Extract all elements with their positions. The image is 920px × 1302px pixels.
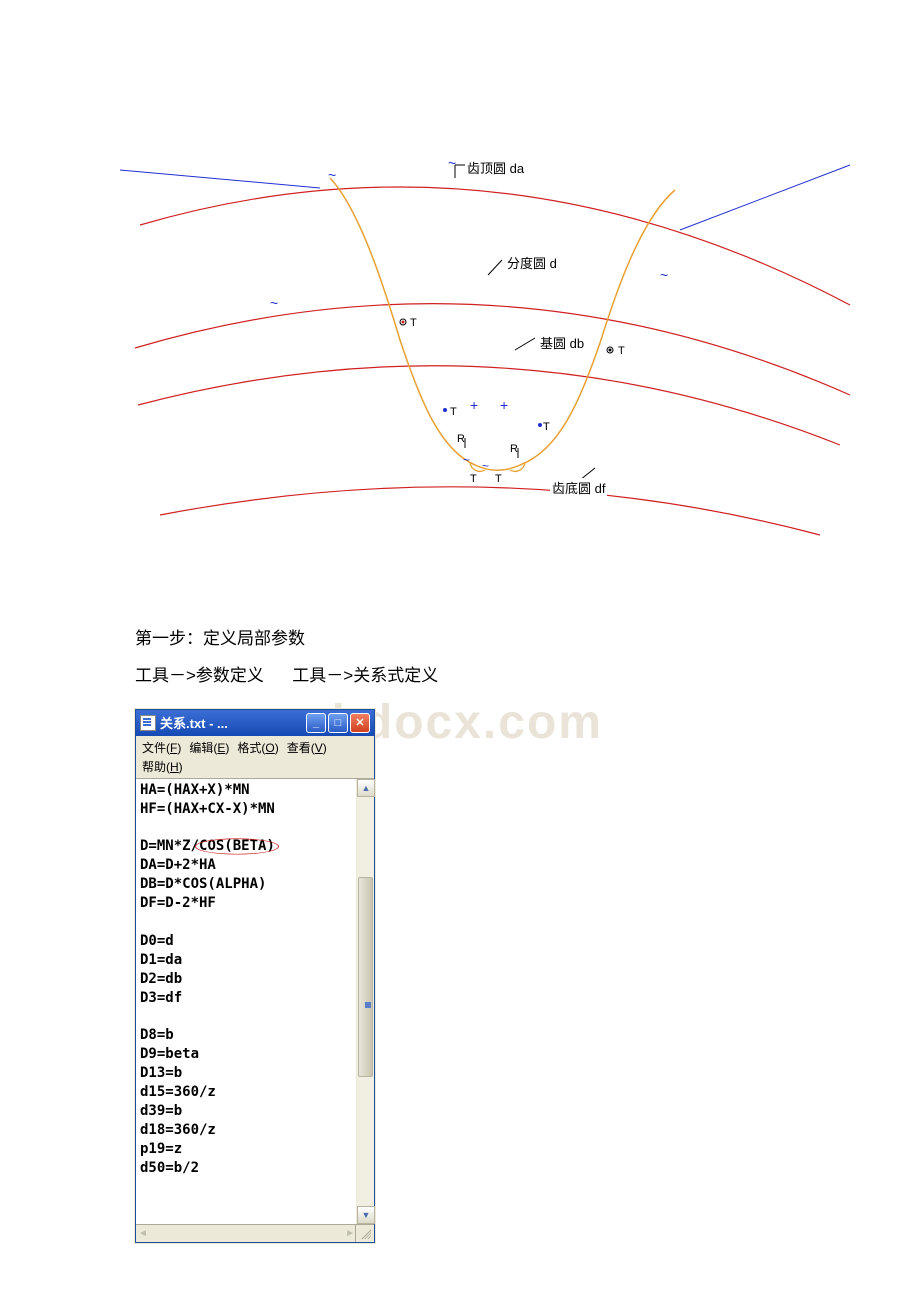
tools-line: 工具－>参数定义 工具－>关系式定义 [135,657,920,694]
close-button[interactable]: ✕ [350,713,370,733]
diagram-svg: ~ ~ ~ ~ T T T + + T R R T T [120,60,880,580]
editor-content[interactable]: HA=(HAX+X)*MN HF=(HAX+CX-X)*MN D=MN*Z/CO… [136,779,354,1224]
scroll-down-button[interactable]: ▼ [357,1206,375,1224]
label-db: 基圆 db [538,333,586,352]
svg-text:~: ~ [482,459,489,473]
notepad-window: 关系.txt - ... _ □ ✕ 文件(F) 编辑(E) 格式(O) 查看(… [135,709,375,1243]
gear-diagram: ~ ~ ~ ~ T T T + + T R R T T [120,60,880,580]
svg-text:R: R [510,443,518,455]
resize-grip[interactable] [356,1225,374,1242]
menu-file[interactable]: 文件(F) [140,738,187,757]
status-left: ◄ ► [136,1225,356,1242]
scroll-thumb[interactable] [358,877,373,1077]
svg-text:~: ~ [328,167,336,183]
menu-edit[interactable]: 编辑(E) [187,738,235,757]
notepad-icon [140,715,156,731]
svg-text:~: ~ [270,295,278,311]
statusbar: ◄ ► [136,1224,374,1242]
label-d: 分度圆 d [505,253,559,272]
menu-view[interactable]: 查看(V) [285,738,333,757]
maximize-button[interactable]: □ [328,713,348,733]
label-da: 齿顶圆 da [465,158,526,177]
scroll-marker [365,1002,371,1008]
menu-help[interactable]: 帮助(H) [140,757,189,776]
svg-text:T: T [618,345,625,357]
svg-text:T: T [410,317,417,329]
status-right-arrow-icon: ► [345,1228,355,1239]
svg-text:+: + [470,397,478,413]
svg-text:T: T [450,406,457,418]
window-title: 关系.txt - ... [160,713,306,732]
label-df: 齿底圆 df [550,478,607,497]
svg-text:+: + [500,397,508,413]
menu-format[interactable]: 格式(O) [235,738,284,757]
step-heading: 第一步：定义局部参数 [135,620,920,657]
menubar: 文件(F) 编辑(E) 格式(O) 查看(V) 帮助(H) [136,736,374,779]
scroll-up-button[interactable]: ▲ [357,779,375,797]
titlebar[interactable]: 关系.txt - ... _ □ ✕ [136,710,374,736]
svg-text:~: ~ [463,453,470,467]
status-left-arrow-icon: ◄ [138,1228,148,1239]
minimize-button[interactable]: _ [306,713,326,733]
scroll-track[interactable] [357,797,374,1206]
svg-text:T: T [470,473,477,485]
body-text: 第一步：定义局部参数 工具－>参数定义 工具－>关系式定义 [135,620,920,695]
svg-text:~: ~ [660,267,668,283]
vertical-scrollbar[interactable]: ▲ ▼ [356,779,374,1224]
svg-text:R: R [457,433,465,445]
svg-text:T: T [543,421,550,433]
svg-text:T: T [495,473,502,485]
